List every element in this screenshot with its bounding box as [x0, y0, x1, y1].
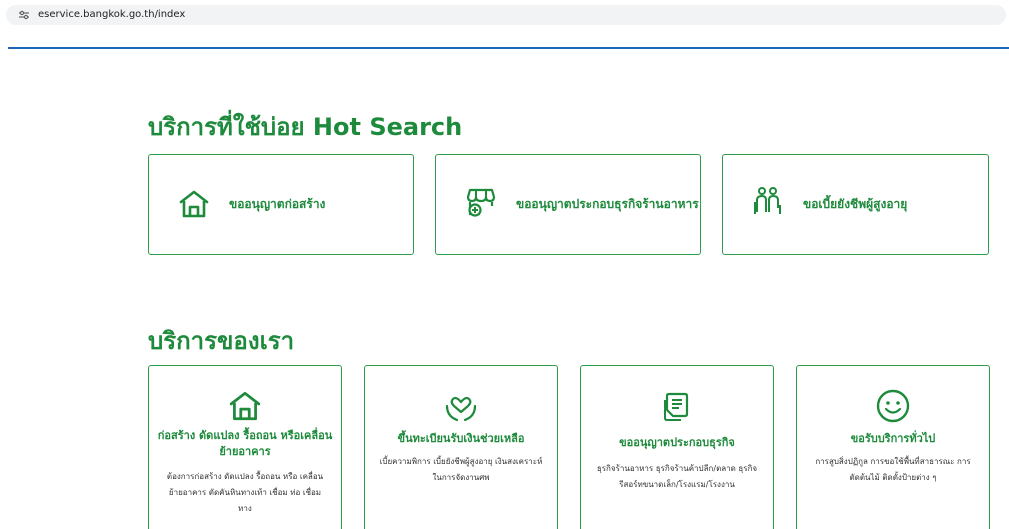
- hot-card-restaurant-permit[interactable]: ขออนุญาตประกอบธุรกิจร้านอาหาร: [435, 154, 701, 255]
- shop-add-icon: [464, 185, 498, 219]
- service-card-description: การสูบสิ่งปฏิกูล การขอใช้พื้นที่สาธารณะ …: [815, 457, 971, 482]
- url-field[interactable]: eservice.bangkok.go.th/index: [6, 5, 1006, 25]
- tune-icon[interactable]: [18, 9, 30, 21]
- service-card-business-permit[interactable]: ขออนุญาตประกอบธุรกิจ ธุรกิจร้านอาหาร ธุร…: [580, 365, 774, 529]
- service-card-title: ก่อสร้าง ดัดแปลง รื้อถอน หรือเคลื่อนย้าย…: [157, 429, 333, 458]
- service-card-description: เบี้ยความพิการ เบี้ยยังชีพผู้สูงอายุ เงิ…: [379, 457, 543, 482]
- hot-search-title: บริการที่ใช้บ่อย Hot Search: [148, 113, 463, 141]
- service-card-title: ขออนุญาตประกอบธุรกิจ: [619, 436, 735, 449]
- hot-card-label: ขออนุญาตก่อสร้าง: [229, 197, 326, 211]
- service-card-title: ขึ้นทะเบียนรับเงินช่วยเหลือ: [397, 432, 525, 445]
- header-divider: [8, 47, 1009, 49]
- service-card-general[interactable]: ขอรับบริการทั่วไป การสูบสิ่งปฏิกูล การขอ…: [796, 365, 990, 529]
- service-card-construction[interactable]: ก่อสร้าง ดัดแปลง รื้อถอน หรือเคลื่อนย้าย…: [148, 365, 342, 529]
- service-card-title: ขอรับบริการทั่วไป: [850, 432, 936, 445]
- service-card-description: ต้องการก่อสร้าง ดัดแปลง รื้อถอน หรือ เคล…: [166, 472, 324, 513]
- hot-card-label: ขอเบี้ยยังชีพผู้สูงอายุ: [803, 197, 908, 211]
- service-card-welfare-registration[interactable]: ขึ้นทะเบียนรับเงินช่วยเหลือ เบี้ยความพิก…: [364, 365, 558, 529]
- our-services-title: บริการของเรา: [148, 327, 295, 355]
- url-text[interactable]: eservice.bangkok.go.th/index: [38, 9, 185, 21]
- house-icon: [177, 187, 211, 221]
- hot-card-label: ขออนุญาตประกอบธุรกิจร้านอาหาร: [516, 197, 699, 211]
- document-icon: [659, 388, 695, 424]
- house-icon: [227, 388, 263, 424]
- elderly-couple-icon: [751, 185, 785, 219]
- service-card-description: ธุรกิจร้านอาหาร ธุรกิจร้านค้าปลีก/ตลาด ธ…: [596, 464, 758, 489]
- smiley-icon: [875, 388, 911, 424]
- browser-address-bar: eservice.bangkok.go.th/index: [0, 0, 1009, 30]
- hot-card-elderly-allowance[interactable]: ขอเบี้ยยังชีพผู้สูงอายุ: [722, 154, 989, 255]
- heart-hands-icon: [443, 388, 479, 424]
- hot-card-construction-permit[interactable]: ขออนุญาตก่อสร้าง: [148, 154, 414, 255]
